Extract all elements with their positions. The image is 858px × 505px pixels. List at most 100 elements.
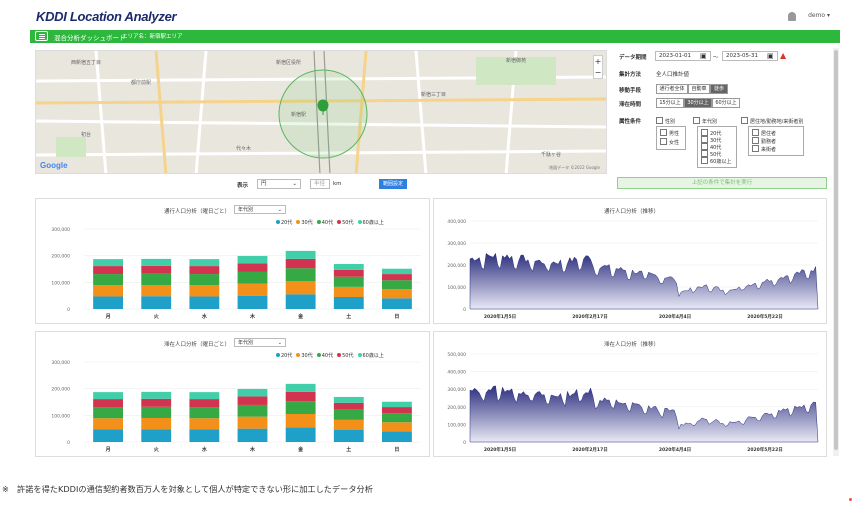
bar-segment[interactable] <box>93 266 123 275</box>
zoom-out-icon[interactable]: − <box>594 67 602 78</box>
display-select[interactable]: 円 ⌄ <box>257 179 301 189</box>
bar-segment[interactable] <box>333 297 364 309</box>
radius-input[interactable]: 半径 <box>310 179 330 189</box>
age-60-checkbox[interactable]: 60歳以上 <box>701 157 731 165</box>
bar-segment[interactable] <box>382 268 412 275</box>
bar-segment[interactable] <box>237 388 268 397</box>
transport-all-button[interactable]: 通行者全体 <box>656 84 688 94</box>
execute-button[interactable]: 上記の条件で集計を実行 <box>617 177 827 189</box>
bar-segment[interactable] <box>141 418 172 430</box>
bar-segment[interactable] <box>189 266 220 275</box>
bar-segment[interactable] <box>382 274 412 281</box>
bar-segment[interactable] <box>237 396 268 405</box>
area-series[interactable] <box>469 385 819 443</box>
bar-segment[interactable] <box>333 430 364 442</box>
bar-segment[interactable] <box>382 298 412 309</box>
bar-segment[interactable] <box>382 280 412 290</box>
bar-segment[interactable] <box>189 296 220 309</box>
zoom-in-icon[interactable]: + <box>594 56 602 67</box>
bar-segment[interactable] <box>189 418 220 430</box>
bar-segment[interactable] <box>141 258 172 266</box>
bar-segment[interactable] <box>333 276 364 287</box>
bar-segment[interactable] <box>93 296 123 309</box>
bar-segment[interactable] <box>333 263 364 270</box>
bar-segment[interactable] <box>141 285 172 297</box>
calendar-icon[interactable]: ▣ <box>700 52 707 60</box>
bar-segment[interactable] <box>285 383 316 392</box>
bar-segment[interactable] <box>93 274 123 286</box>
worker-checkbox[interactable]: 勤務者 <box>752 137 776 145</box>
scrollbar-thumb[interactable] <box>834 50 838 450</box>
bar-segment[interactable] <box>93 285 123 297</box>
resident-checkbox[interactable]: 居住者 <box>752 129 776 137</box>
calendar-icon[interactable]: ▣ <box>767 52 774 60</box>
map[interactable]: 西新宿五丁目 新宿区役所 新宿御苑 都庁前駅 新宿駅 代々木 新宿三丁目 初台 千駄ヶ谷 + − … <box>35 50 607 174</box>
bar-segment[interactable] <box>189 285 220 297</box>
bar-segment[interactable] <box>285 414 316 428</box>
gender-checkbox[interactable]: 性別 <box>656 117 675 125</box>
bar-segment[interactable] <box>189 429 220 442</box>
hamburger-menu-icon[interactable] <box>35 31 48 41</box>
apply-range-button[interactable]: 範囲設定 <box>379 179 407 189</box>
bar-segment[interactable] <box>189 274 220 286</box>
bar-segment[interactable] <box>333 286 364 297</box>
bar-segment[interactable] <box>382 407 412 414</box>
bar-segment[interactable] <box>333 419 364 430</box>
bar-segment[interactable] <box>285 258 316 269</box>
stay-30-button[interactable]: 30分以上 <box>684 98 712 108</box>
visitor-checkbox[interactable]: 来街者 <box>752 145 776 153</box>
bar-segment[interactable] <box>189 392 220 400</box>
map-zoom-control[interactable]: + − <box>593 55 603 79</box>
bar-segment[interactable] <box>333 396 364 403</box>
stay-15-button[interactable]: 15分以上 <box>656 98 684 108</box>
map-canvas[interactable] <box>36 51 607 174</box>
transport-walk-button[interactable]: 徒歩 <box>710 84 728 94</box>
user-menu[interactable]: demo ▾ <box>808 12 830 19</box>
bar-segment[interactable] <box>382 422 412 432</box>
bar-segment[interactable] <box>141 296 172 309</box>
bar-segment[interactable] <box>382 413 412 423</box>
bar-segment[interactable] <box>189 407 220 419</box>
bar-segment[interactable] <box>93 392 123 400</box>
transport-car-button[interactable]: 自動車 <box>688 84 710 94</box>
bar-segment[interactable] <box>237 295 268 309</box>
bell-icon[interactable] <box>788 12 796 21</box>
bar-segment[interactable] <box>237 255 268 264</box>
bar-segment[interactable] <box>382 289 412 299</box>
bar-segment[interactable] <box>93 418 123 430</box>
bar-segment[interactable] <box>93 429 123 442</box>
bar-segment[interactable] <box>333 402 364 410</box>
area-series[interactable] <box>469 252 819 310</box>
bar-segment[interactable] <box>141 429 172 442</box>
bar-segment[interactable] <box>189 399 220 408</box>
bar-segment[interactable] <box>93 407 123 419</box>
bar-segment[interactable] <box>285 250 316 259</box>
bar-segment[interactable] <box>237 416 268 429</box>
bar-segment[interactable] <box>382 431 412 442</box>
bar-segment[interactable] <box>285 401 316 414</box>
bar-segment[interactable] <box>237 428 268 442</box>
residence-checkbox[interactable]: 居住地/勤務地/来街者別 <box>741 117 803 125</box>
bar-segment[interactable] <box>333 269 364 277</box>
bar-segment[interactable] <box>285 294 316 309</box>
bar-segment[interactable] <box>285 427 316 442</box>
gender-female-checkbox[interactable]: 女性 <box>660 138 679 146</box>
bar-segment[interactable] <box>237 271 268 284</box>
bar-segment[interactable] <box>333 409 364 420</box>
bar-segment[interactable] <box>141 391 172 399</box>
bar-segment[interactable] <box>285 391 316 402</box>
stay-60-button[interactable]: 60分以上 <box>712 98 740 108</box>
bar-segment[interactable] <box>141 398 172 407</box>
bar-segment[interactable] <box>285 281 316 295</box>
bar-segment[interactable] <box>93 259 123 267</box>
bar-segment[interactable] <box>382 401 412 408</box>
bar-segment[interactable] <box>237 283 268 296</box>
bar-segment[interactable] <box>141 273 172 285</box>
bar-segment[interactable] <box>141 406 172 418</box>
bar-segment[interactable] <box>285 268 316 281</box>
age-checkbox[interactable]: 年代別 <box>693 117 717 125</box>
bar-segment[interactable] <box>237 404 268 417</box>
bar-segment[interactable] <box>93 399 123 408</box>
bar-segment[interactable] <box>189 259 220 267</box>
bar-segment[interactable] <box>237 263 268 272</box>
